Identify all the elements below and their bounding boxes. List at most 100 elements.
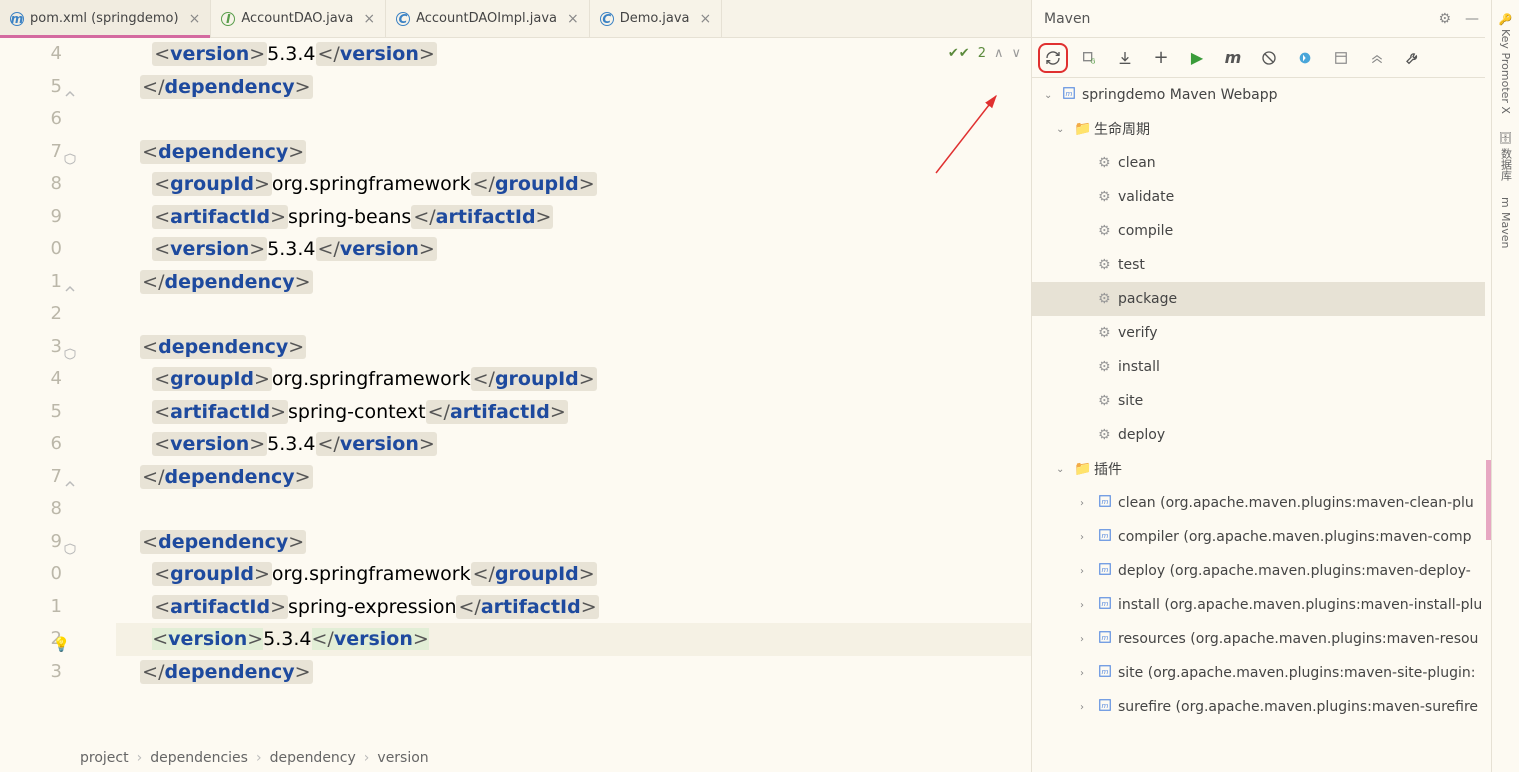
tree-node[interactable]: ⌄📁生命周期 [1032,112,1491,146]
tree-node[interactable]: ›msite (org.apache.maven.plugins:maven-s… [1032,656,1491,690]
file-icon: I [221,12,235,26]
close-icon[interactable]: × [363,11,375,27]
tree-node[interactable]: ⚙install [1032,350,1491,384]
gear-icon[interactable]: ⚙ [1438,11,1451,27]
tool-tab-icon: 🔑 [1499,12,1512,25]
maven-module-icon: m [1098,664,1112,682]
tree-node[interactable]: ⚙site [1032,384,1491,418]
expand-icon[interactable]: ⌄ [1056,464,1068,475]
gear-icon: ⚙ [1098,325,1112,341]
breadcrumb[interactable]: project›dependencies›dependency›version [0,744,1031,772]
file-icon: C [600,12,614,26]
svg-text:m: m [1066,90,1073,98]
gear-icon: ⚙ [1098,257,1112,273]
editor-tab[interactable]: IAccountDAO.java× [211,0,386,37]
maven-panel: Maven ⚙ — G + ▶ m ⌄mspringdemo Maven Web… [1031,0,1491,772]
breadcrumb-item[interactable]: dependencies [150,750,248,766]
maven-module-icon: m [1098,596,1112,614]
maven-icon[interactable]: m [1224,49,1242,67]
close-icon[interactable]: × [189,11,201,27]
svg-text:m: m [1102,634,1109,642]
maven-toolbar: G + ▶ m [1032,38,1491,78]
tree-node[interactable]: ⚙verify [1032,316,1491,350]
tree-node[interactable]: ›minstall (org.apache.maven.plugins:mave… [1032,588,1491,622]
file-icon: C [396,12,410,26]
maven-module-icon: m [1062,86,1076,104]
tree-node[interactable]: ⚙deploy [1032,418,1491,452]
fold-icon[interactable] [64,339,76,351]
collapse-icon[interactable] [1368,49,1386,67]
svg-text:G: G [1090,57,1095,65]
svg-text:m: m [1102,600,1109,608]
tree-node[interactable]: ›mcompiler (org.apache.maven.plugins:mav… [1032,520,1491,554]
editor-tab[interactable]: CAccountDAOImpl.java× [386,0,590,37]
gear-icon: ⚙ [1098,189,1112,205]
fold-icon[interactable] [64,534,76,546]
gear-icon: ⚙ [1098,393,1112,409]
download-icon[interactable] [1116,49,1134,67]
expand-icon[interactable]: › [1080,634,1092,645]
expand-icon[interactable]: › [1080,668,1092,679]
reload-icon[interactable] [1044,49,1062,67]
expand-icon[interactable]: › [1080,566,1092,577]
tree-node[interactable]: ›mresources (org.apache.maven.plugins:ma… [1032,622,1491,656]
svg-text:m: m [1102,566,1109,574]
add-icon[interactable]: + [1152,49,1170,67]
tree-node[interactable]: ›mclean (org.apache.maven.plugins:maven-… [1032,486,1491,520]
code-editor[interactable]: <version>5.3.4</version> </dependency> <… [80,38,1031,744]
minimize-icon[interactable]: — [1465,11,1479,27]
tool-window-tab[interactable]: 🔑Key Promoter X [1499,12,1512,114]
breadcrumb-item[interactable]: dependency [270,750,356,766]
gear-icon: ⚙ [1098,223,1112,239]
svg-text:m: m [1102,668,1109,676]
folder-icon: 📁 [1074,461,1088,477]
breadcrumb-item[interactable]: project [80,750,129,766]
maven-module-icon: m [1098,562,1112,580]
tree-node[interactable]: ⚙package [1032,282,1491,316]
maven-module-icon: m [1098,494,1112,512]
expand-icon[interactable]: › [1080,702,1092,713]
tree-node[interactable]: ⚙test [1032,248,1491,282]
editor-tabs: mpom.xml (springdemo)×IAccountDAO.java×C… [0,0,1031,38]
svg-text:m: m [1102,532,1109,540]
fold-icon[interactable] [64,469,76,481]
svg-text:m: m [1102,498,1109,506]
expand-icon[interactable]: ⌄ [1056,124,1068,135]
tool-tab-icon: m [1499,197,1512,208]
tool-window-tab[interactable]: 🗄数据库 [1498,130,1514,181]
expand-icon[interactable]: ⌄ [1044,90,1056,101]
tool-window-tab[interactable]: mMaven [1499,197,1512,248]
breadcrumb-item[interactable]: version [377,750,428,766]
tree-node[interactable]: ⚙clean [1032,146,1491,180]
expand-icon[interactable]: › [1080,498,1092,509]
gear-icon: ⚙ [1098,155,1112,171]
offline-icon[interactable] [1296,49,1314,67]
wrench-icon[interactable] [1404,49,1422,67]
close-icon[interactable]: × [567,11,579,27]
fold-icon[interactable] [64,144,76,156]
run-icon[interactable]: ▶ [1188,49,1206,67]
tree-node[interactable]: ⌄📁插件 [1032,452,1491,486]
maven-module-icon: m [1098,528,1112,546]
fold-icon[interactable] [64,79,76,91]
gear-icon: ⚙ [1098,427,1112,443]
maven-panel-title: Maven [1044,11,1090,27]
tree-node[interactable]: ⌄mspringdemo Maven Webapp [1032,78,1491,112]
tool-tab-icon: 🗄 [1499,130,1512,144]
generate-sources-icon[interactable]: G [1080,49,1098,67]
tree-node[interactable]: ›mdeploy (org.apache.maven.plugins:maven… [1032,554,1491,588]
inspections-widget[interactable]: ✔✔2 ∧∨ [948,46,1021,61]
tree-node[interactable]: ⚙compile [1032,214,1491,248]
svg-text:m: m [1102,702,1109,710]
editor-tab[interactable]: mpom.xml (springdemo)× [0,0,211,37]
close-icon[interactable]: × [700,11,712,27]
fold-icon[interactable] [64,274,76,286]
editor-tab[interactable]: CDemo.java× [590,0,723,37]
folder-icon: 📁 [1074,121,1088,137]
tree-node[interactable]: ⚙validate [1032,180,1491,214]
toggle-skip-tests-icon[interactable] [1260,49,1278,67]
expand-icon[interactable]: › [1080,600,1092,611]
show-diagram-icon[interactable] [1332,49,1350,67]
expand-icon[interactable]: › [1080,532,1092,543]
tree-node[interactable]: ›msurefire (org.apache.maven.plugins:mav… [1032,690,1491,724]
